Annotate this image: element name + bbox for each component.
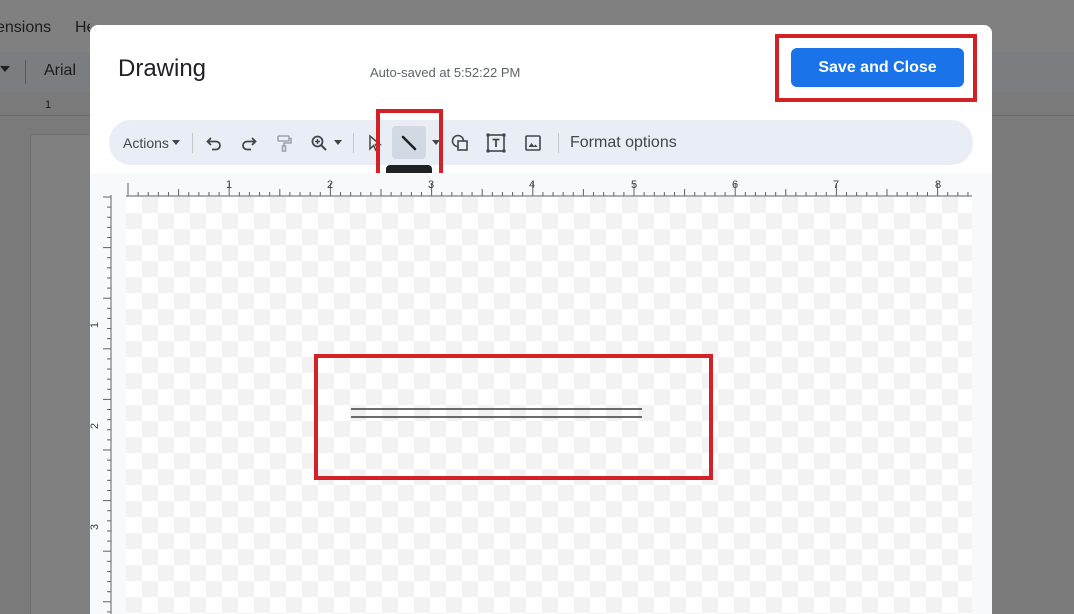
- redo-button[interactable]: [238, 120, 260, 165]
- background-ruler-number: 1: [45, 99, 52, 111]
- text-box-icon: [486, 133, 506, 152]
- background-toolbar-divider: [25, 60, 26, 84]
- menu-extensions: ensions: [0, 19, 52, 36]
- paint-format-button[interactable]: [273, 120, 295, 165]
- toolbar-divider: [192, 133, 193, 153]
- background-document-page: [30, 134, 90, 614]
- save-button-highlight-box: [775, 34, 977, 102]
- drawing-toolbar: Actions Format options: [109, 120, 973, 165]
- image-icon: [525, 134, 541, 151]
- actions-menu[interactable]: Actions: [123, 120, 180, 165]
- actions-caret-icon: [171, 140, 180, 145]
- actions-label: Actions: [123, 134, 169, 151]
- background-dropdown-caret-icon: [0, 66, 10, 72]
- font-selector: Arial: [44, 62, 77, 79]
- autosave-status: Auto-saved at 5:52:22 PM: [370, 65, 521, 80]
- menu-help: Help: [75, 19, 90, 36]
- undo-button[interactable]: [203, 120, 225, 165]
- drawn-lines-highlight-box: [314, 354, 713, 480]
- zoom-caret-icon: [334, 140, 342, 145]
- image-button[interactable]: [522, 120, 544, 165]
- text-box-button[interactable]: [485, 120, 507, 165]
- paint-format-icon: [277, 134, 292, 152]
- dialog-title: Drawing: [118, 55, 207, 82]
- shape-tool-button[interactable]: [449, 120, 471, 165]
- format-options-button[interactable]: Format options: [570, 120, 677, 165]
- drawing-dialog: Drawing Auto-saved at 5:52:22 PM Save an…: [90, 25, 992, 614]
- toolbar-divider: [558, 133, 559, 153]
- zoom-icon: [311, 135, 327, 151]
- toolbar-divider: [353, 133, 354, 153]
- shape-icon: [451, 134, 468, 151]
- redo-icon: [242, 136, 257, 150]
- undo-icon: [206, 136, 221, 150]
- zoom-menu[interactable]: [306, 120, 346, 165]
